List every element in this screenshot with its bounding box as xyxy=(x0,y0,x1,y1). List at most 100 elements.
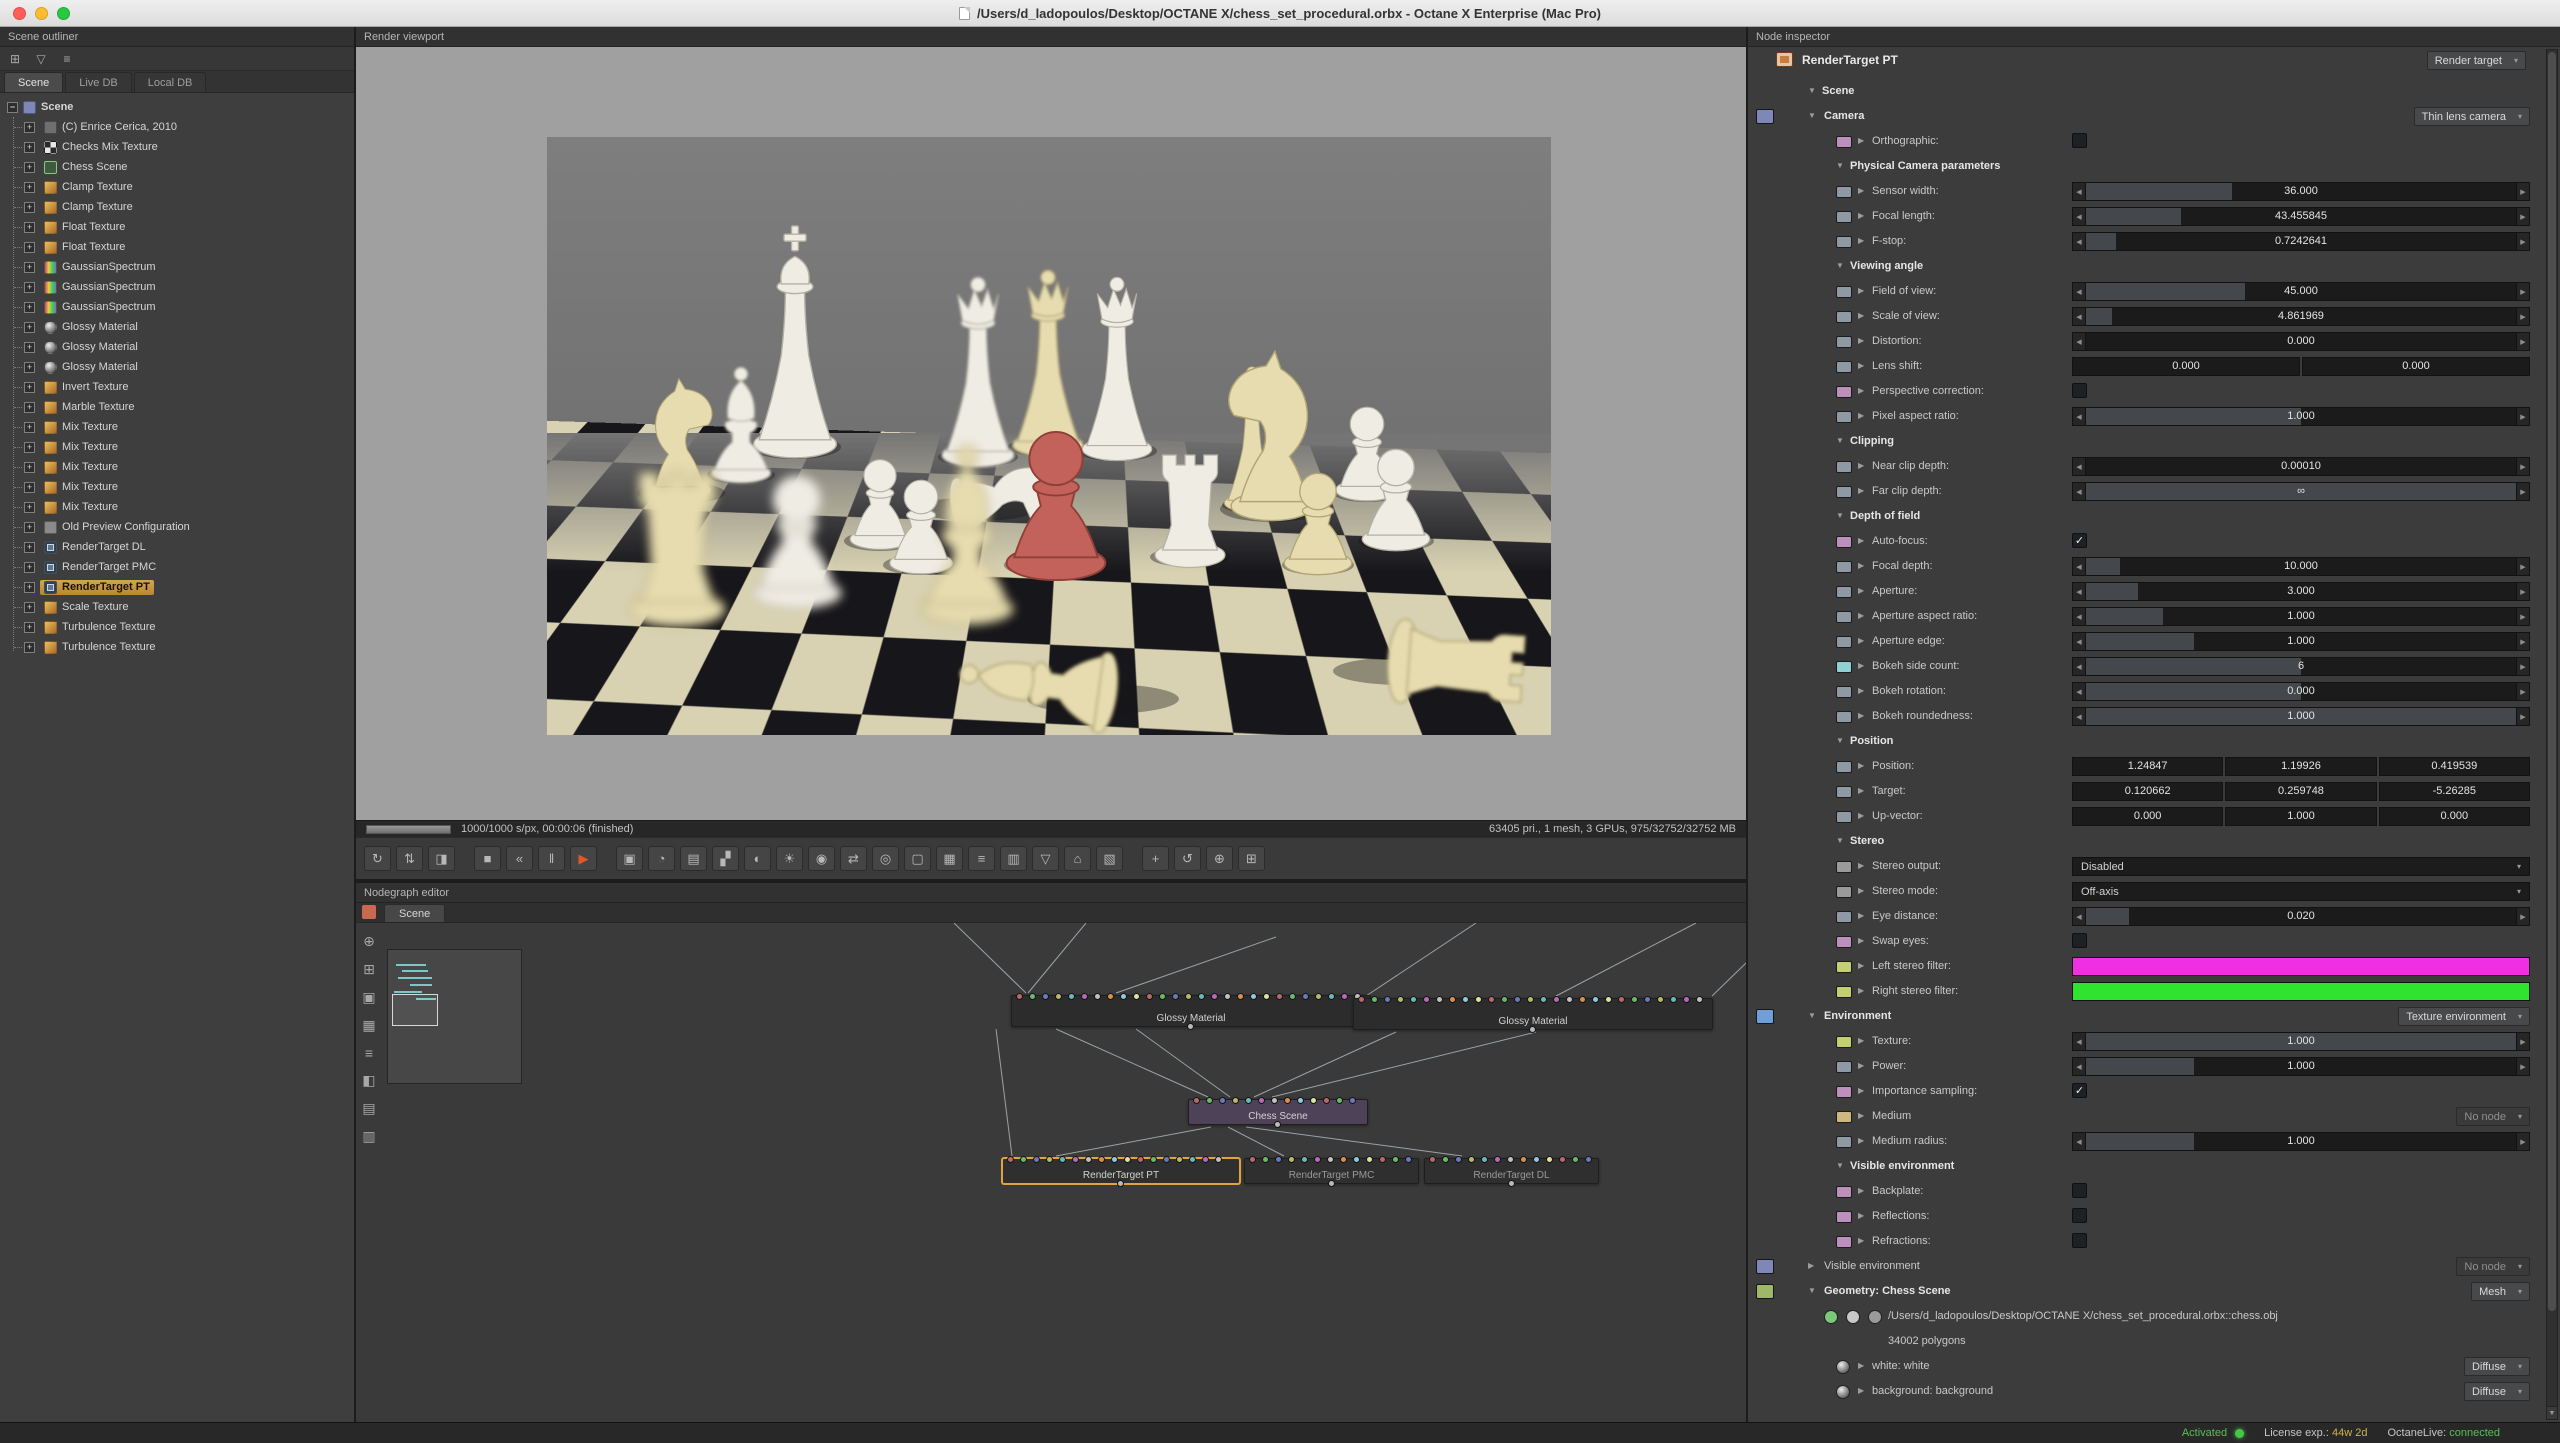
slider-eye-distance[interactable]: ◀0.020▶ xyxy=(2072,907,2530,926)
value-field[interactable]: 1.19926 xyxy=(2225,757,2376,776)
slider-bokeh-rotation[interactable]: ◀0.000▶ xyxy=(2072,682,2530,701)
tree-item-mix-texture[interactable]: +Mix Texture xyxy=(0,497,354,517)
expander-icon[interactable]: ▶ xyxy=(1858,1361,1864,1370)
filter-icon[interactable]: ▽ xyxy=(32,52,50,66)
decrement-icon[interactable]: ◀ xyxy=(2072,282,2086,301)
expander-icon[interactable]: ▶ xyxy=(1858,811,1864,820)
align-icon[interactable]: ≡ xyxy=(359,1045,379,1061)
expander-icon[interactable]: ▼ xyxy=(1836,161,1844,170)
node-rendertarget-pmc[interactable]: RenderTarget PMC xyxy=(1244,1158,1419,1184)
decrement-icon[interactable]: ◀ xyxy=(2072,682,2086,701)
tree-item-gaussianspectrum[interactable]: +GaussianSpectrum xyxy=(0,257,354,277)
tree-item-gaussianspectrum[interactable]: +GaussianSpectrum xyxy=(0,297,354,317)
dropdown-stereo-output[interactable]: Disabled▾ xyxy=(2072,857,2530,876)
expander-icon[interactable]: ▶ xyxy=(1858,386,1864,395)
tree-root-scene[interactable]: −Scene xyxy=(0,97,354,117)
expand-icon[interactable]: + xyxy=(24,362,35,373)
decrement-icon[interactable]: ◀ xyxy=(2072,207,2086,226)
expand-icon[interactable]: + xyxy=(24,542,35,553)
group-icon[interactable]: ◧ xyxy=(359,1072,379,1089)
nodegraph-tab-scene[interactable]: Scene xyxy=(384,904,445,922)
value-field[interactable]: 0.000 xyxy=(2072,807,2223,826)
slider-f-stop[interactable]: ◀0.7242641▶ xyxy=(2072,232,2530,251)
node-glossy-material[interactable]: Glossy Material xyxy=(1011,995,1371,1027)
increment-icon[interactable]: ▶ xyxy=(2516,632,2530,651)
display-mode-icon[interactable]: ▣ xyxy=(616,846,643,871)
decrement-icon[interactable]: ◀ xyxy=(2072,457,2086,476)
expander-icon[interactable]: ▶ xyxy=(1858,1186,1864,1195)
expander-icon[interactable]: ▶ xyxy=(1858,1036,1864,1045)
tree-item-gaussianspectrum[interactable]: +GaussianSpectrum xyxy=(0,277,354,297)
tree-item-chess-scene[interactable]: +Chess Scene xyxy=(0,157,354,177)
pan-icon[interactable]: ⊕ xyxy=(359,933,379,950)
slider-far-clip-depth[interactable]: ◀∞▶ xyxy=(2072,482,2530,501)
node-pins[interactable] xyxy=(1193,1097,1356,1104)
tree-item-clamp-texture[interactable]: +Clamp Texture xyxy=(0,197,354,217)
tree-item-turbulence-texture[interactable]: +Turbulence Texture xyxy=(0,617,354,637)
expand-icon[interactable]: + xyxy=(24,482,35,493)
decrement-icon[interactable]: ◀ xyxy=(2072,307,2086,326)
decrement-icon[interactable]: ◀ xyxy=(2072,1132,2086,1151)
move-tool-icon[interactable]: + xyxy=(1142,846,1169,871)
expand-icon[interactable]: + xyxy=(24,322,35,333)
tree-item-glossy-material[interactable]: +Glossy Material xyxy=(0,337,354,357)
decrement-icon[interactable]: ◀ xyxy=(2072,407,2086,426)
add-node-icon[interactable]: ⊞ xyxy=(359,961,379,978)
spectral-display-icon[interactable]: ◨ xyxy=(428,846,455,871)
snap-grid-icon[interactable]: ▦ xyxy=(359,1017,379,1034)
filter-icon[interactable]: ▽ xyxy=(1032,846,1059,871)
tree-item-float-texture[interactable]: +Float Texture xyxy=(0,237,354,257)
slider-sensor-width[interactable]: ◀36.000▶ xyxy=(2072,182,2530,201)
expander-icon[interactable]: ▶ xyxy=(1858,336,1864,345)
scrollbar-thumb[interactable] xyxy=(2548,52,2556,1311)
increment-icon[interactable]: ▶ xyxy=(2516,582,2530,601)
restart-render-icon[interactable]: ↻ xyxy=(364,846,391,871)
decrement-icon[interactable]: ◀ xyxy=(2072,707,2086,726)
expander-icon[interactable]: ▼ xyxy=(1836,836,1844,845)
increment-icon[interactable]: ▶ xyxy=(2516,307,2530,326)
expand-icon[interactable]: + xyxy=(24,442,35,453)
tree-item-clamp-texture[interactable]: +Clamp Texture xyxy=(0,177,354,197)
zoom-button[interactable] xyxy=(57,7,70,20)
dropdown-stereo-mode[interactable]: Off-axis▾ xyxy=(2072,882,2530,901)
tree-item-turbulence-texture[interactable]: +Turbulence Texture xyxy=(0,637,354,657)
slider-aperture-aspect-ratio[interactable]: ◀1.000▶ xyxy=(2072,607,2530,626)
tree-item-c-enrice-cerica-2010[interactable]: +(C) Enrice Cerica, 2010 xyxy=(0,117,354,137)
checkbox-reflections[interactable] xyxy=(2072,1208,2087,1223)
checkbox-importance-sampling[interactable]: ✓ xyxy=(2072,1083,2087,1098)
expander-icon[interactable]: ▶ xyxy=(1858,686,1864,695)
expander-icon[interactable]: ▶ xyxy=(1858,411,1864,420)
increment-icon[interactable]: ▶ xyxy=(2516,182,2530,201)
node-output-pin[interactable] xyxy=(1508,1180,1515,1187)
decrement-icon[interactable]: ◀ xyxy=(2072,582,2086,601)
increment-icon[interactable]: ▶ xyxy=(2516,557,2530,576)
grid-overlay-icon[interactable]: ▦ xyxy=(936,846,963,871)
increment-icon[interactable]: ▶ xyxy=(2516,1057,2530,1076)
node-pins[interactable] xyxy=(1429,1156,1592,1163)
expand-icon[interactable]: + xyxy=(24,182,35,193)
expand-icon[interactable]: + xyxy=(24,642,35,653)
decrement-icon[interactable]: ◀ xyxy=(2072,632,2086,651)
expander-icon[interactable]: ▼ xyxy=(1836,261,1844,270)
node-output-pin[interactable] xyxy=(1274,1121,1281,1128)
expander-icon[interactable]: ▶ xyxy=(1858,961,1864,970)
start-render-icon[interactable]: ▶ xyxy=(570,846,597,871)
pan-tool-icon[interactable]: ⇄ xyxy=(840,846,867,871)
node-rendertarget-pt[interactable]: RenderTarget PT xyxy=(1002,1158,1240,1184)
slider-bokeh-side-count[interactable]: ◀6▶ xyxy=(2072,657,2530,676)
expand-icon[interactable]: + xyxy=(24,242,35,253)
expander-icon[interactable]: ▶ xyxy=(1858,361,1864,370)
expand-icon[interactable]: + xyxy=(24,402,35,413)
decrement-icon[interactable]: ◀ xyxy=(2072,182,2086,201)
checkbox-orthographic[interactable] xyxy=(2072,133,2087,148)
node-chess-scene[interactable]: Chess Scene xyxy=(1188,1099,1368,1125)
value-field[interactable]: 0.259748 xyxy=(2225,782,2376,801)
value-field[interactable]: 0.000 xyxy=(2379,807,2530,826)
slider-texture[interactable]: ◀1.000▶ xyxy=(2072,1032,2530,1051)
outliner-tab-live-db[interactable]: Live DB xyxy=(65,72,132,92)
node-pins[interactable] xyxy=(1007,1156,1222,1163)
camera-type-dropdown[interactable]: Thin lens camera▾ xyxy=(2414,107,2530,126)
nodegraph-canvas[interactable]: ⊕⊞▣▦≡◧▤▥ Glossy MaterialGlossy MaterialC… xyxy=(356,923,1746,1422)
scroll-down-icon[interactable]: ▼ xyxy=(2547,1406,2557,1419)
slider-near-clip-depth[interactable]: ◀0.00010▶ xyxy=(2072,457,2530,476)
